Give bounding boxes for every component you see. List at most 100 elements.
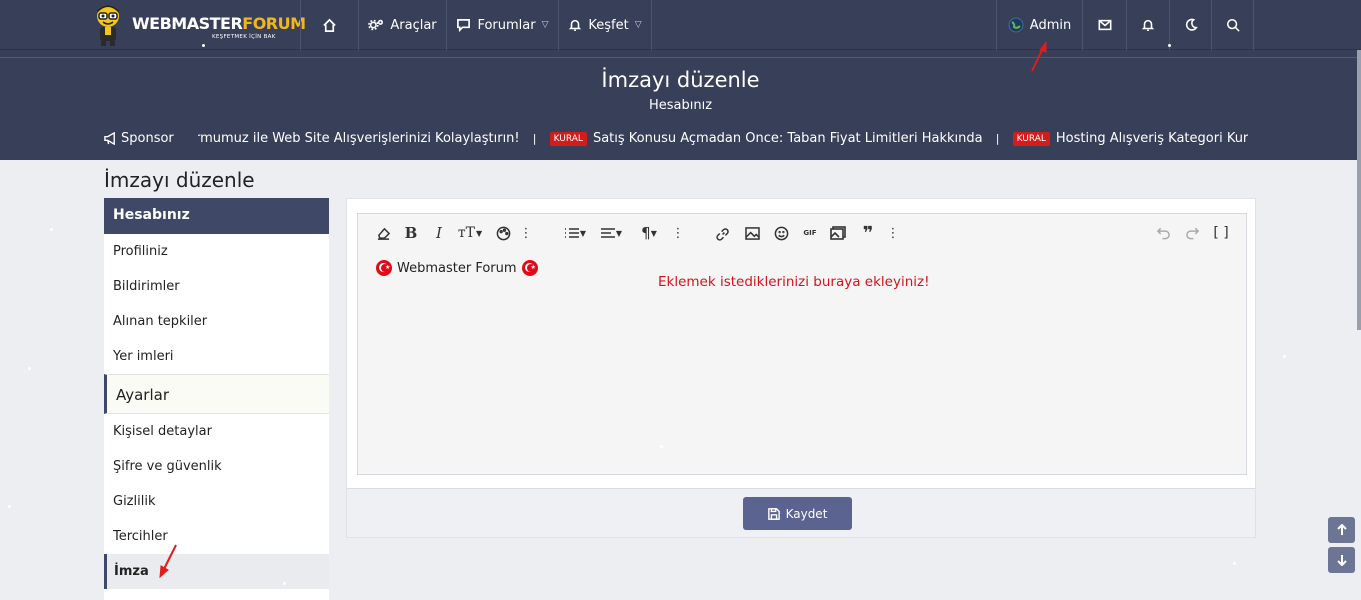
ticker-item[interactable]: KURALHosting Alışveriş Kategori Kurallar… [1012,131,1248,146]
announcement-ticker: Sponsor Formumuz ile Web Site Alışverişl… [103,130,1253,152]
mascot-icon [97,5,119,46]
header-divider [0,57,1361,58]
snow-dot [1168,44,1171,47]
sidebar-item-bookmarks[interactable]: Yer imleri [104,339,329,374]
emoji-icon[interactable] [772,224,790,242]
signature-text: Webmaster Forum [397,260,517,276]
arrow-down-icon [1336,555,1347,566]
sponsor-label[interactable]: Sponsor [103,131,174,146]
sidebar-section-account[interactable]: Hesabınız [104,198,329,234]
snow-dot [283,582,286,585]
nav-messages[interactable] [1082,0,1126,50]
form-footer: Kaydet [347,488,1255,537]
signature-editor[interactable]: B I тT ▼ ⋮ ▼ ▼ ¶ ▼ ⋮ GIF ❞ ⋮ [] ★ Webma… [357,213,1247,475]
snow-dot [28,367,31,370]
nav-explore[interactable]: Keşfet ▽ [558,0,651,50]
snow-dot [1283,355,1286,358]
editor-content[interactable]: ★ Webmaster Forum ★ [376,260,538,276]
arrow-up-icon [1336,524,1347,535]
more-options-icon[interactable]: ⋮ [520,224,533,242]
ticker-item[interactable]: Formumuz ile Web Site Alışverişlerinizi … [198,131,520,146]
envelope-icon [1098,19,1111,31]
sidebar-section-settings: Ayarlar [104,374,329,414]
sidebar-item-reactions[interactable]: Alınan tepkiler [104,304,329,339]
align-icon[interactable]: ▼ [598,224,624,242]
nav-search[interactable] [1211,0,1254,50]
ticker-separator: | [995,132,1000,145]
turkey-flag-icon: ★ [376,260,392,276]
signature-form: B I тT ▼ ⋮ ▼ ▼ ¶ ▼ ⋮ GIF ❞ ⋮ [] ★ Webma… [346,198,1256,538]
rule-badge: KURAL [549,132,587,146]
avatar-globe-icon [1008,17,1024,33]
page-scrollbar[interactable] [1357,50,1361,330]
fullscreen-icon[interactable]: [ ] [1212,224,1230,242]
megaphone-icon [104,132,115,145]
snow-dot [50,228,53,231]
nav-alerts[interactable] [1126,0,1169,50]
editor-toolbar: B I тT ▼ ⋮ ▼ ▼ ¶ ▼ ⋮ GIF ❞ ⋮ [] [358,214,1246,252]
ticker-separator: | [532,132,537,145]
media-icon[interactable] [829,224,847,242]
floppy-disk-icon [767,507,780,520]
sidebar-item-personal-details[interactable]: Kişisel detaylar [104,414,329,449]
redo-icon[interactable] [1183,224,1201,242]
turkey-flag-icon: ★ [521,260,538,276]
site-logo[interactable]: WEBMASTERFORUM KEŞFETMEK İÇİN BAK [92,3,306,47]
bell-icon [1141,19,1155,32]
sidebar-item-preferences[interactable]: Tercihler [104,519,329,554]
annotation-arrow [1028,40,1050,78]
top-navbar-inner: WEBMASTERFORUM KEŞFETMEK İÇİN BAK Araçla… [88,0,1258,50]
bell-icon [569,19,582,32]
undo-icon[interactable] [1154,224,1172,242]
sidebar-item-password-security[interactable]: Şifre ve güvenlik [104,449,329,484]
save-button[interactable]: Kaydet [743,497,852,530]
snow-dot [1233,562,1236,565]
home-icon [323,18,336,32]
more-options-icon[interactable]: ⋮ [887,224,900,242]
clear-format-icon[interactable] [374,224,392,242]
comment-icon [457,19,471,32]
nav-forums[interactable]: Forumlar ▽ [446,0,558,50]
quote-icon[interactable]: ❞ [858,223,878,244]
page-subtitle[interactable]: Hesabınız [0,98,1361,113]
logo-tagline: KEŞFETMEK İÇİN BAK [212,34,276,40]
snow-dot [202,44,205,47]
nav-theme-toggle[interactable] [1169,0,1211,50]
chevron-down-icon: ▽ [634,20,642,30]
top-navbar: WEBMASTERFORUM KEŞFETMEK İÇİN BAK Araçla… [0,0,1361,50]
sidebar-item-privacy[interactable]: Gizlilik [104,484,329,519]
paragraph-icon[interactable]: ¶ ▼ [636,224,662,242]
sidebar-item-notifications[interactable]: Bildirimler [104,269,329,304]
rule-badge: KURAL [1012,132,1050,146]
sidebar-item-signature[interactable]: İmza [104,554,329,589]
color-palette-icon[interactable] [494,224,512,242]
ticker-items: Formumuz ile Web Site Alışverişlerinizi … [198,131,1248,146]
nav-tools[interactable]: Araçlar [358,0,446,50]
more-options-icon[interactable]: ⋮ [672,224,685,242]
content-title: İmzayı düzenle [104,168,255,192]
account-sidebar: Hesabınız Profiliniz Bildirimler Alınan … [104,198,329,600]
font-size-icon[interactable]: тT ▼ [456,224,484,242]
italic-icon[interactable]: I [430,224,448,242]
bold-icon[interactable]: B [402,224,420,242]
snow-dot [8,505,11,508]
page-title: İmzayı düzenle [601,68,760,92]
scroll-up-button[interactable] [1328,517,1355,543]
image-icon[interactable] [743,224,761,242]
annotation-arrow [156,543,180,583]
sidebar-item-profile[interactable]: Profiliniz [104,234,329,269]
gears-icon [368,19,384,31]
nav-spacer [651,0,652,50]
page-header: İmzayı düzenle Hesabınız Sponsor Formumu… [0,50,1361,160]
editor-hint-text: Eklemek istediklerinizi buraya ekleyiniz… [658,274,930,290]
logo-wordmark: WEBMASTERFORUM [132,14,306,33]
moon-icon [1185,18,1198,31]
link-icon[interactable] [714,224,732,242]
scroll-down-button[interactable] [1328,547,1355,573]
list-icon[interactable]: ▼ [562,224,588,242]
search-icon [1226,18,1240,32]
chevron-down-icon: ▽ [541,20,549,30]
gif-icon[interactable]: GIF [801,224,819,242]
nav-home[interactable] [300,0,358,50]
ticker-item[interactable]: KURAL Satış Konusu Açmadan Önce: Taban Fi… [549,131,983,146]
